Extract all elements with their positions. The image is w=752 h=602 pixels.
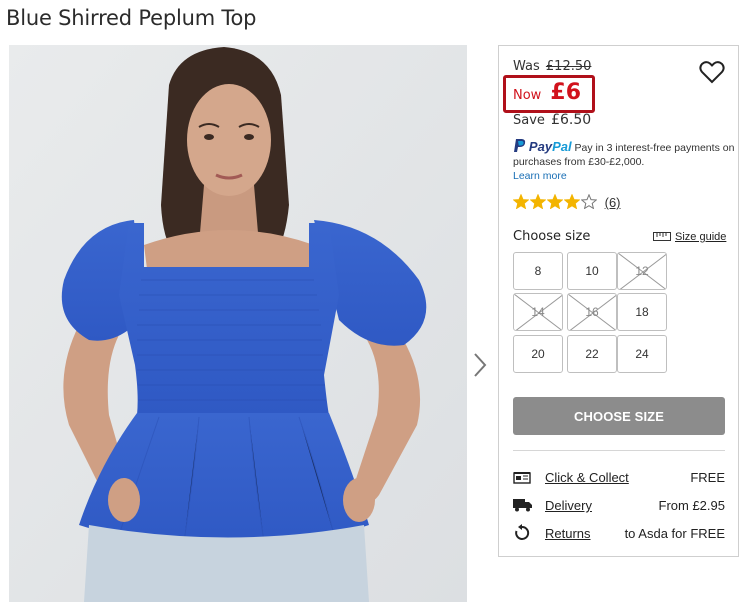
size-heading: Choose size — [513, 229, 591, 244]
size-option-22[interactable]: 22 — [567, 335, 617, 373]
now-price-row: Now £6 — [513, 80, 581, 105]
star-filled-icon — [564, 194, 580, 209]
size-option-24[interactable]: 24 — [617, 335, 667, 373]
choose-size-button[interactable]: CHOOSE SIZE — [513, 397, 725, 435]
size-label: 12 — [635, 264, 649, 278]
size-guide-link[interactable]: Size guide — [653, 231, 726, 243]
model-photo — [9, 45, 467, 602]
delivery-option-click-collect: Click & Collect FREE — [513, 468, 725, 488]
size-guide-label: Size guide — [675, 231, 727, 243]
was-price-row: Was £12.50 — [513, 59, 591, 74]
was-price: £12.50 — [545, 59, 592, 74]
returns-icon — [515, 524, 530, 540]
returns-link[interactable]: Returns — [545, 526, 591, 541]
paypal-brand-a: Pay — [528, 139, 553, 154]
star-filled-icon — [547, 194, 563, 209]
product-image[interactable] — [9, 45, 467, 602]
size-label: 10 — [585, 264, 599, 278]
click-collect-link[interactable]: Click & Collect — [545, 470, 629, 485]
paypal-brand: PayPal — [529, 139, 572, 154]
size-label: 18 — [635, 305, 649, 319]
paypal-brand-b: Pal — [552, 139, 572, 154]
star-filled-icon — [513, 194, 529, 209]
now-price: £6 — [550, 80, 582, 105]
size-label: 22 — [585, 347, 599, 361]
purchase-panel: Was £12.50 Now £6 Save £6.50 PayPal Pay … — [498, 45, 739, 557]
product-title: Blue Shirred Peplum Top — [6, 6, 257, 30]
delivery-option-delivery: Delivery From £2.95 — [513, 496, 725, 516]
save-label: Save — [513, 113, 545, 128]
size-option-16[interactable]: 16 — [567, 293, 617, 331]
paypal-learn-more-link[interactable]: Learn more — [513, 169, 735, 183]
delivery-option-returns: Returns to Asda for FREE — [513, 524, 725, 544]
paypal-promo: PayPal Pay in 3 interest-free payments o… — [513, 138, 735, 183]
ruler-icon — [653, 232, 671, 241]
save-row: Save £6.50 — [513, 112, 591, 128]
size-option-14[interactable]: 14 — [513, 293, 563, 331]
delivery-value: From £2.95 — [658, 498, 725, 513]
size-label: 8 — [534, 264, 542, 278]
size-label: 16 — [585, 305, 599, 319]
star-empty-icon — [581, 194, 597, 209]
store-icon — [513, 472, 531, 484]
star-filled-icon — [530, 194, 546, 209]
save-amount: £6.50 — [551, 112, 592, 128]
size-option-20[interactable]: 20 — [513, 335, 563, 373]
size-option-8[interactable]: 8 — [513, 252, 563, 290]
returns-value: to Asda for FREE — [624, 526, 725, 541]
wishlist-heart-icon[interactable] — [699, 60, 725, 84]
now-label: Now — [513, 88, 542, 103]
next-image-arrow[interactable] — [472, 352, 488, 378]
paypal-logo-icon — [514, 139, 526, 152]
size-option-12[interactable]: 12 — [617, 252, 667, 290]
product-rating[interactable]: (6) — [513, 194, 621, 210]
truck-icon — [513, 499, 532, 512]
size-label: 14 — [531, 305, 545, 319]
size-option-10[interactable]: 10 — [567, 252, 617, 290]
delivery-link[interactable]: Delivery — [545, 498, 592, 513]
size-option-18[interactable]: 18 — [617, 293, 667, 331]
size-label: 24 — [635, 347, 649, 361]
size-label: 20 — [531, 347, 545, 361]
was-label: Was — [513, 59, 540, 74]
review-count-link[interactable]: (6) — [605, 195, 621, 210]
click-collect-value: FREE — [690, 470, 725, 485]
rating-stars — [513, 194, 597, 209]
divider — [513, 450, 725, 451]
